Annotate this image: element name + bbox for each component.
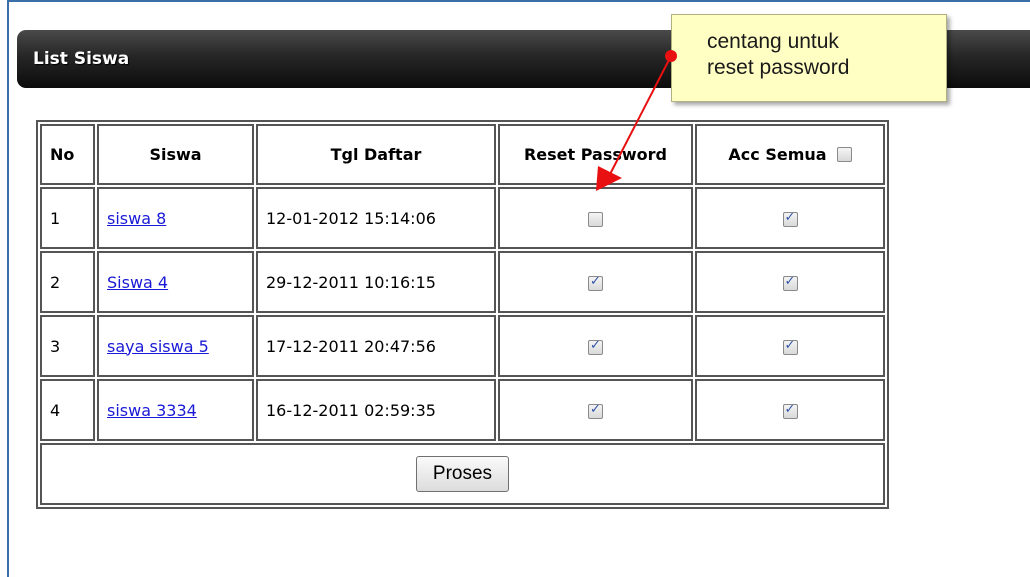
table-row: 2 Siswa 4 29-12-2011 10:16:15 [40, 251, 885, 313]
register-date: 29-12-2011 10:16:15 [256, 251, 496, 313]
student-link[interactable]: siswa 8 [107, 209, 166, 228]
reset-password-checkbox[interactable] [588, 338, 603, 355]
student-link[interactable]: saya siswa 5 [107, 337, 209, 356]
reset-password-checkbox[interactable] [588, 211, 603, 227]
annotation-callout: centang untuk reset password [671, 14, 947, 102]
row-number: 1 [40, 187, 95, 249]
table-footer-row: Proses [40, 443, 885, 505]
acc-checkbox[interactable] [782, 274, 798, 291]
acc-checkbox[interactable] [782, 402, 798, 419]
panel-title: List Siswa [33, 49, 130, 69]
table-row: 3 saya siswa 5 17-12-2011 20:47:56 [40, 315, 885, 377]
register-date: 16-12-2011 02:59:35 [256, 379, 496, 441]
column-header-acc-semua: Acc Semua [695, 124, 885, 185]
proses-button[interactable]: Proses [415, 456, 510, 492]
acc-checkbox[interactable] [782, 338, 798, 355]
table-header-row: No Siswa Tgl Daftar Reset Password Acc S… [40, 124, 885, 185]
column-header-tgl-daftar: Tgl Daftar [256, 124, 496, 185]
callout-text: centang untuk reset password [707, 30, 850, 79]
acc-semua-label: Acc Semua [728, 145, 827, 164]
table-row: 1 siswa 8 12-01-2012 15:14:06 [40, 187, 885, 249]
student-link[interactable]: Siswa 4 [107, 273, 168, 292]
table-footer: Proses [40, 443, 885, 505]
register-date: 17-12-2011 20:47:56 [256, 315, 496, 377]
row-number: 4 [40, 379, 95, 441]
column-header-reset-password: Reset Password [498, 124, 693, 185]
row-number: 2 [40, 251, 95, 313]
column-header-no: No [40, 124, 95, 185]
column-header-siswa: Siswa [97, 124, 254, 185]
table-row: 4 siswa 3334 16-12-2011 02:59:35 [40, 379, 885, 441]
student-table: No Siswa Tgl Daftar Reset Password Acc S… [36, 120, 889, 509]
reset-password-checkbox[interactable] [588, 274, 603, 291]
row-number: 3 [40, 315, 95, 377]
student-link[interactable]: siswa 3334 [107, 401, 197, 420]
reset-password-checkbox[interactable] [588, 402, 603, 419]
acc-semua-checkbox[interactable] [836, 147, 852, 162]
register-date: 12-01-2012 15:14:06 [256, 187, 496, 249]
acc-checkbox[interactable] [782, 210, 798, 227]
